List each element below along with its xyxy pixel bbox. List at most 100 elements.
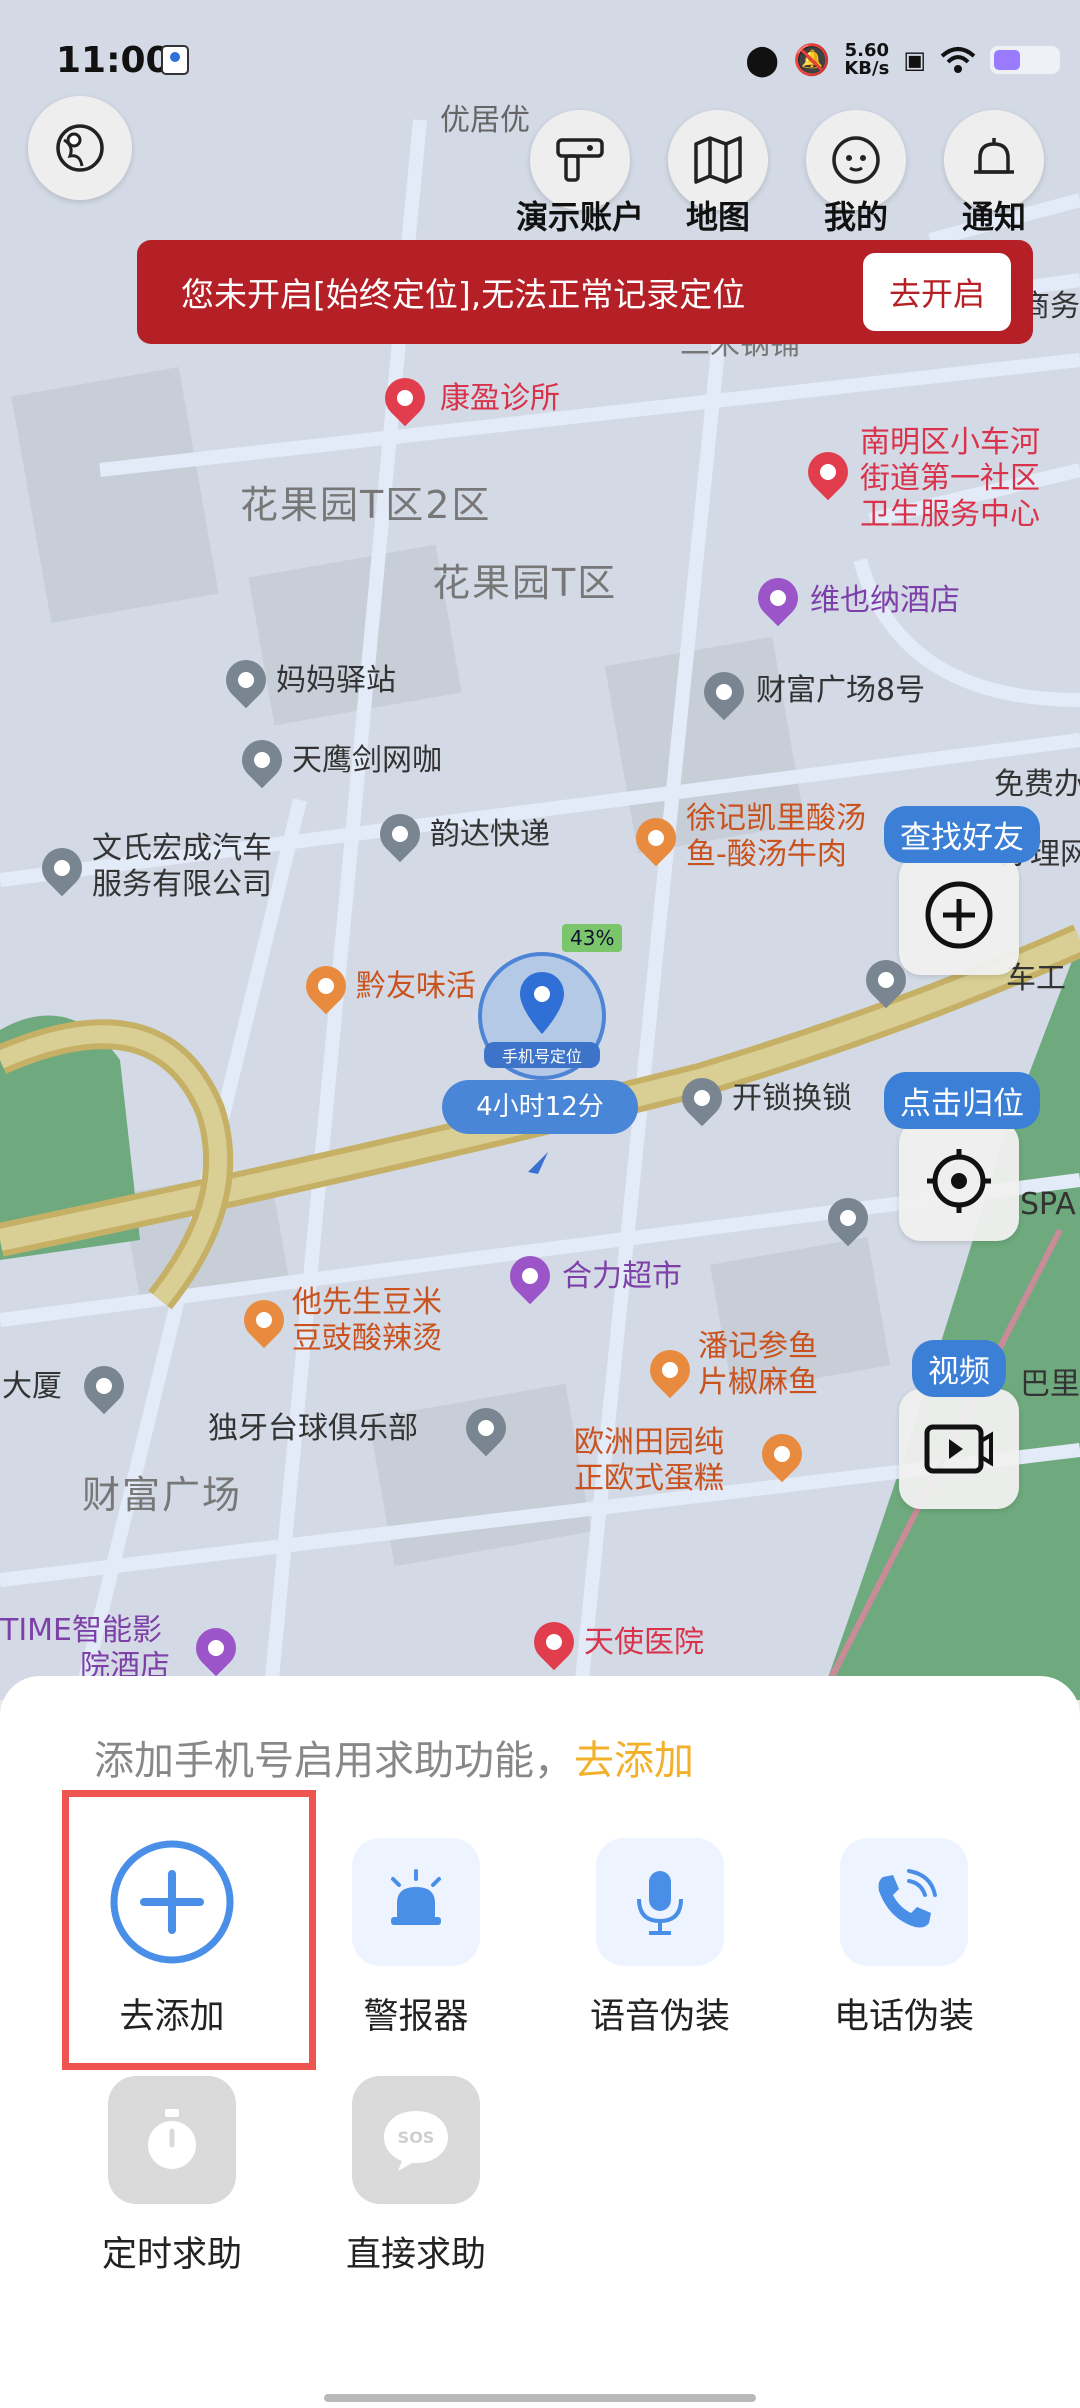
account-icon <box>556 138 604 182</box>
feature-label: 直接求助 <box>345 2235 486 2275</box>
sos-bubble-icon: SOS <box>384 2111 448 2171</box>
map-label: 文氏宏成汽车 <box>92 831 272 866</box>
profile-icon <box>832 136 880 184</box>
recenter-label: 点击归位 <box>884 1072 1040 1129</box>
recenter-button[interactable] <box>899 1121 1019 1241</box>
heading-arrow-icon <box>528 1152 548 1174</box>
nav-demo-account[interactable]: 演示账户 <box>510 110 650 238</box>
recenter-tool[interactable]: 点击归位 <box>884 1072 1040 1241</box>
find-friend-label: 查找好友 <box>884 806 1040 863</box>
map-label: 正欧式蛋糕 <box>574 1461 724 1496</box>
map-label: 妈妈驿站 <box>276 663 396 698</box>
map-label: 徐记凯里酸汤 <box>686 801 866 836</box>
map-icon <box>694 136 742 184</box>
stopwatch-icon <box>148 2109 196 2169</box>
status-icons: ⬤ 🔕 5.60 KB/s ▣ <box>745 42 1060 78</box>
nav-label: 地图 <box>685 198 750 236</box>
feature-voice-disguise[interactable]: 语音伪装 <box>560 1838 760 2039</box>
feature-label: 电话伪装 <box>833 1997 974 2037</box>
battery-icon <box>990 46 1060 74</box>
siren-icon <box>391 1869 441 1925</box>
net-speed-unit: KB/s <box>844 58 890 79</box>
feature-phone-icon-wrap[interactable] <box>840 1838 968 1966</box>
nav-label: 演示账户 <box>515 198 644 236</box>
map-label: 康盈诊所 <box>440 381 560 416</box>
map-label: 他先生豆米 <box>292 1285 442 1320</box>
feature-siren-icon-wrap[interactable] <box>352 1838 480 1966</box>
map-layer-button[interactable] <box>28 96 132 200</box>
status-time: 11:00 <box>56 40 171 81</box>
phone-call-icon <box>878 1869 937 1928</box>
video-icon <box>924 1424 993 1474</box>
map-label: 合力超市 <box>562 1259 682 1294</box>
find-friend-button[interactable] <box>899 855 1019 975</box>
map-label: 鱼-酸汤牛肉 <box>686 837 847 872</box>
feature-label: 定时求助 <box>101 2235 242 2275</box>
map-label: 花果园T区 <box>432 561 618 605</box>
map-label: 财富广场8号 <box>756 673 926 708</box>
nav-label: 通知 <box>961 198 1026 236</box>
enable-location-button[interactable]: 去开启 <box>862 253 1011 331</box>
feature-phone-disguise[interactable]: 电话伪装 <box>804 1838 1004 2039</box>
warning-text: 您未开启[始终定位],无法正常记录定位 <box>181 275 746 314</box>
mute-icon: 🔕 <box>792 42 831 78</box>
find-friend-tool[interactable]: 查找好友 <box>884 806 1040 975</box>
device-battery-badge: 43% <box>562 924 623 952</box>
feature-timed-help[interactable]: 定时求助 <box>72 2076 272 2277</box>
net-speed: 5.60 KB/s <box>844 42 889 78</box>
nav-label: 我的 <box>823 198 888 236</box>
map-label: 天使医院 <box>584 1625 704 1660</box>
globe-pin-icon <box>56 124 104 172</box>
map-label: 欧洲田园纯 <box>574 1425 724 1460</box>
crosshair-icon <box>927 1149 991 1213</box>
add-circle-icon <box>110 1840 234 1964</box>
video-button[interactable] <box>899 1389 1019 1509</box>
device-name-label: 手机号定位 <box>484 1042 600 1068</box>
map-label: 大厦 <box>2 1369 62 1404</box>
map-label: 免费办 <box>994 767 1080 802</box>
map-label: 片椒麻鱼 <box>698 1365 818 1400</box>
map-label: 卫生服务中心 <box>860 497 1040 532</box>
map-label: TIME智能影 <box>0 1613 163 1648</box>
status-bar: 11:00 ⬤ 🔕 5.60 KB/s ▣ <box>0 0 1080 120</box>
microphone-icon <box>637 1871 683 1935</box>
feature-label: 去添加 <box>119 1997 225 2037</box>
add-circle-icon <box>925 881 993 949</box>
bell-icon <box>974 138 1014 174</box>
add-phone-link[interactable]: 去添加 <box>574 1738 694 1784</box>
feature-voice-icon-wrap[interactable] <box>596 1838 724 1966</box>
location-warning-banner: 您未开启[始终定位],无法正常记录定位 去开启 <box>137 240 1033 344</box>
feature-timer-icon-wrap[interactable] <box>108 2076 236 2204</box>
map-label: 财富广场 <box>82 1473 243 1517</box>
feature-direct-help[interactable]: SOS 直接求助 <box>316 2076 516 2277</box>
feature-label: 警报器 <box>363 1997 469 2037</box>
video-tool[interactable]: 视频 <box>884 1340 1034 1509</box>
nav-map[interactable]: 地图 <box>648 110 788 238</box>
svg-text:SOS: SOS <box>398 2128 435 2147</box>
feature-add[interactable]: 去添加 <box>72 1838 272 2039</box>
sheet-prompt-text: 添加手机号启用求助功能， <box>94 1738 574 1784</box>
help-bottom-sheet: 添加手机号启用求助功能，去添加 去添加 警报器 语音伪装 电话伪装 定时求助 S… <box>0 1676 1080 2408</box>
feature-add-icon-wrap[interactable] <box>108 1838 236 1966</box>
gps-status-icon <box>161 45 189 75</box>
wifi-icon <box>940 47 976 73</box>
home-indicator[interactable] <box>324 2394 756 2402</box>
feature-label: 语音伪装 <box>589 1997 730 2037</box>
map-label: 潘记参鱼 <box>698 1329 818 1364</box>
feature-siren[interactable]: 警报器 <box>316 1838 516 2039</box>
map-label: 豆豉酸辣烫 <box>292 1321 442 1356</box>
device-duration-badge: 4小时12分 <box>442 1080 638 1134</box>
nav-profile[interactable]: 我的 <box>786 110 926 238</box>
nav-notification[interactable]: 通知 <box>924 110 1064 238</box>
location-icon: ⬤ <box>745 42 779 78</box>
map-label: 南明区小车河 <box>860 425 1040 460</box>
feature-sos-icon-wrap[interactable]: SOS <box>352 2076 480 2204</box>
map-label: 天鹰剑网咖 <box>292 743 442 778</box>
sim-icon: ▣ <box>903 46 926 74</box>
video-label: 视频 <box>912 1340 1006 1397</box>
map-label: 街道第一社区 <box>860 461 1040 496</box>
map-label: 开锁换锁 <box>732 1081 852 1116</box>
map-label: 花果园T区2区 <box>240 483 492 527</box>
map-label: 韵达快递 <box>430 817 550 852</box>
map-label: 服务有限公司 <box>92 867 272 902</box>
